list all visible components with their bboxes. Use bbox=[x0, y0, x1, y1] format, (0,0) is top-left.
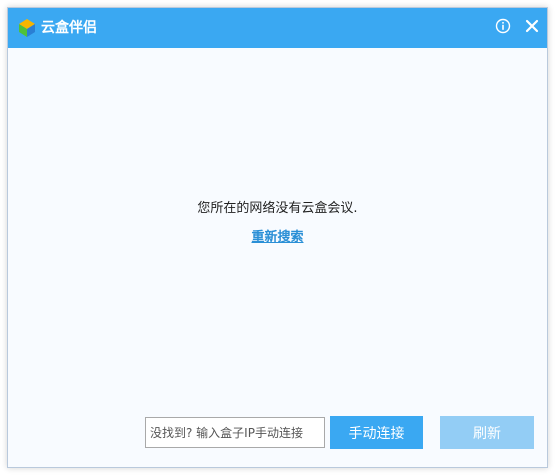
no-meeting-message: 您所在的网络没有云盒会议. bbox=[197, 201, 358, 216]
info-icon[interactable] bbox=[494, 17, 512, 35]
app-title: 云盒伴侣 bbox=[41, 20, 97, 36]
research-link-wrap: 重新搜索 bbox=[8, 226, 547, 246]
box-ip-input[interactable] bbox=[145, 417, 325, 448]
app-logo-icon bbox=[17, 18, 37, 38]
research-link[interactable]: 重新搜索 bbox=[251, 230, 303, 245]
refresh-button[interactable]: 刷新 bbox=[440, 416, 534, 449]
close-icon[interactable] bbox=[523, 17, 541, 35]
title-bar[interactable]: 云盒伴侣 bbox=[8, 8, 547, 48]
app-window: 云盒伴侣 您所在的网络没有云盒会议. 重新搜索 手动连接 刷新 bbox=[7, 7, 548, 468]
manual-connect-button[interactable]: 手动连接 bbox=[330, 416, 423, 449]
